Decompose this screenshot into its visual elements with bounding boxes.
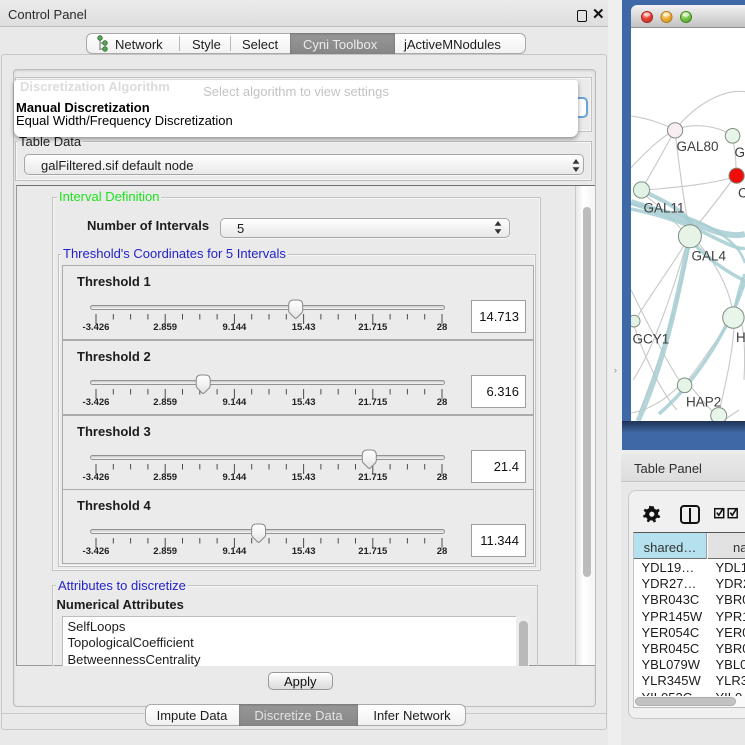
svg-text:HAP2: HAP2: [686, 395, 721, 410]
svg-text:GAL11: GAL11: [644, 201, 685, 216]
svg-text:C: C: [738, 186, 745, 201]
svg-text:GAL4: GAL4: [692, 249, 727, 264]
svg-text:GA: GA: [735, 145, 745, 160]
svg-text:GAL80: GAL80: [677, 139, 719, 154]
svg-text:H: H: [736, 330, 745, 345]
svg-text:GCY1: GCY1: [633, 332, 670, 347]
